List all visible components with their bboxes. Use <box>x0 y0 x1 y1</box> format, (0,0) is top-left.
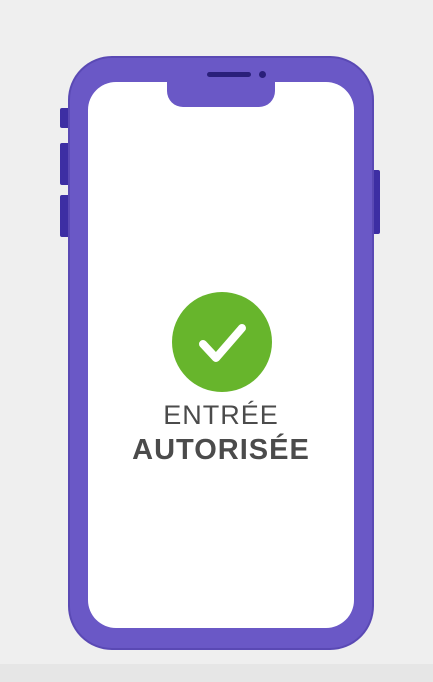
phone-notch <box>167 82 275 107</box>
checkmark-icon <box>199 324 246 362</box>
bottom-band <box>0 664 433 682</box>
front-camera <box>259 71 266 78</box>
status-line-1: ENTRÉE <box>163 400 279 430</box>
success-badge <box>172 292 272 392</box>
illustration-stage: ENTRÉE AUTORISÉE <box>0 0 433 682</box>
phone-frame: ENTRÉE AUTORISÉE <box>68 56 374 650</box>
phone-screen: ENTRÉE AUTORISÉE <box>88 82 354 628</box>
speaker-grille <box>207 72 251 77</box>
status-line-2: AUTORISÉE <box>132 434 310 466</box>
